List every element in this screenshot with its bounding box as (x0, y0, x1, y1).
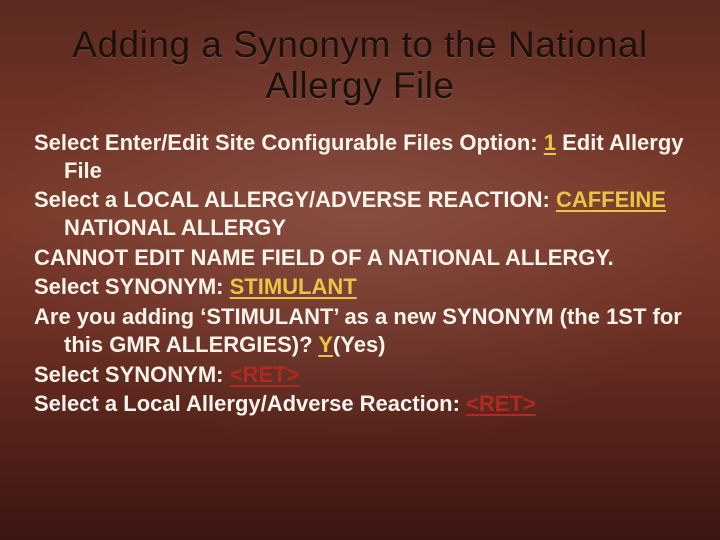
prompt-text: Select SYNONYM: (34, 362, 230, 387)
prompt-line-option: Select Enter/Edit Site Configurable File… (34, 129, 686, 184)
user-input: CAFFEINE (556, 187, 666, 212)
prompt-line-synonym-1: Select SYNONYM: STIMULANT (34, 273, 686, 301)
system-response: (Yes) (333, 332, 386, 357)
prompt-line-local-allergy: Select a LOCAL ALLERGY/ADVERSE REACTION:… (34, 186, 686, 241)
slide-title: Adding a Synonym to the National Allergy… (44, 24, 676, 107)
prompt-line-confirm: Are you adding ‘STIMULANT’ as a new SYNO… (34, 303, 686, 358)
prompt-text: Select Enter/Edit Site Configurable File… (34, 130, 544, 155)
system-message-cannot-edit: CANNOT EDIT NAME FIELD OF A NATIONAL ALL… (34, 244, 686, 272)
slide-body: Select Enter/Edit Site Configurable File… (34, 129, 686, 418)
slide: Adding a Synonym to the National Allergy… (0, 0, 720, 540)
system-response: NATIONAL ALLERGY (64, 215, 286, 240)
user-input-ret: <RET> (230, 362, 300, 387)
prompt-text: Select a Local Allergy/Adverse Reaction: (34, 391, 466, 416)
prompt-text: Select a LOCAL ALLERGY/ADVERSE REACTION: (34, 187, 556, 212)
user-input-ret: <RET> (466, 391, 536, 416)
prompt-line-synonym-2: Select SYNONYM: <RET> (34, 361, 686, 389)
prompt-line-local-allergy-2: Select a Local Allergy/Adverse Reaction:… (34, 390, 686, 418)
prompt-text: Select SYNONYM: (34, 274, 230, 299)
user-input: 1 (544, 130, 556, 155)
user-input: STIMULANT (230, 274, 357, 299)
message-text: CANNOT EDIT NAME FIELD OF A NATIONAL ALL… (34, 245, 614, 270)
spacer (666, 187, 720, 212)
user-input: Y (318, 332, 333, 357)
